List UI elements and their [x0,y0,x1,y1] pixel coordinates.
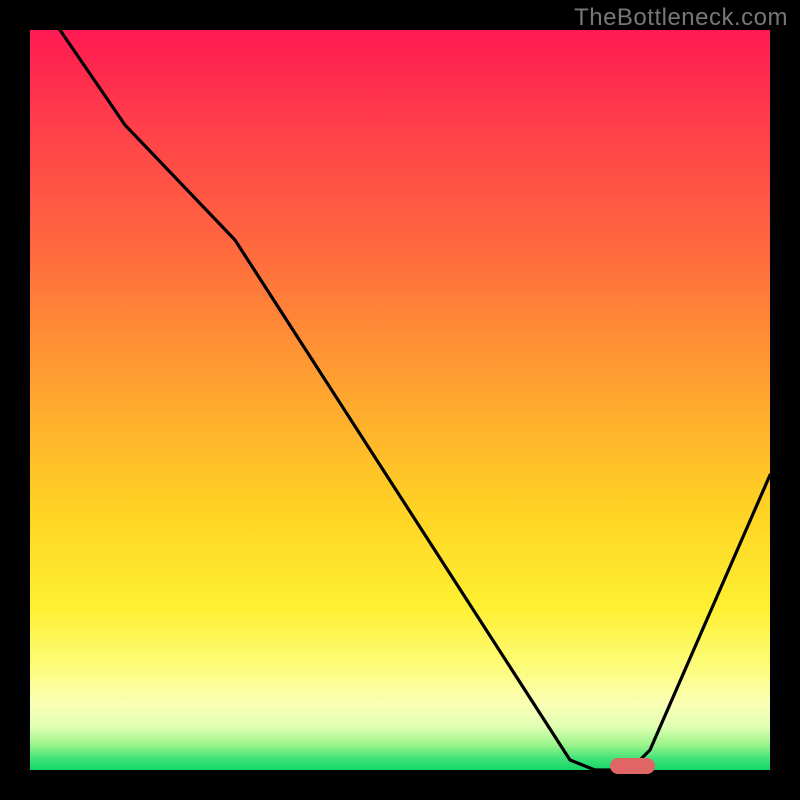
watermark-text: TheBottleneck.com [574,4,788,32]
plot-area [30,30,770,770]
chart-frame: TheBottleneck.com [0,0,800,800]
bottleneck-curve [30,30,770,770]
optimal-marker [610,758,655,774]
